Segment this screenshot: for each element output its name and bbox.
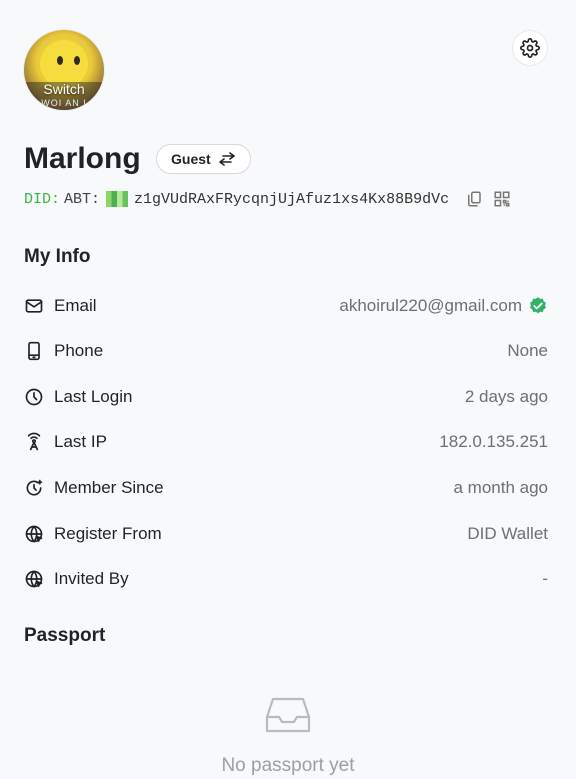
globe-icon bbox=[25, 570, 43, 588]
settings-button[interactable] bbox=[512, 30, 548, 66]
globe-icon bbox=[25, 525, 43, 543]
verified-check-icon bbox=[530, 297, 546, 314]
did-row: DID: ABT: z1gVUdRAxFRycqnjUjAfuz1xs4Kx88… bbox=[24, 190, 511, 208]
info-value: 182.0.135.251 bbox=[439, 432, 548, 451]
history-icon bbox=[26, 479, 43, 496]
info-row-member-since: Member Since a month ago bbox=[24, 476, 548, 500]
gear-icon bbox=[520, 38, 540, 58]
antenna-icon bbox=[27, 432, 41, 451]
mail-icon bbox=[25, 299, 43, 313]
phone-icon bbox=[28, 341, 40, 361]
info-value: None bbox=[507, 341, 548, 360]
info-label: Phone bbox=[54, 341, 104, 360]
passport-title: Passport bbox=[24, 625, 106, 646]
profile-name: Marlong bbox=[24, 142, 141, 175]
qr-code-icon[interactable] bbox=[493, 190, 511, 208]
info-label: Email bbox=[54, 296, 97, 315]
info-value: 2 days ago bbox=[464, 387, 548, 406]
info-value: akhoirul220@gmail.com bbox=[339, 296, 522, 315]
info-value: DID Wallet bbox=[467, 524, 548, 543]
info-row-email: Email akhoirul220@gmail.com bbox=[24, 294, 548, 318]
passport-empty-text: No passport yet bbox=[221, 755, 355, 776]
copy-icon[interactable] bbox=[465, 190, 483, 208]
role-label: Guest bbox=[171, 151, 211, 167]
info-row-last-ip: Last IP 182.0.135.251 bbox=[24, 430, 548, 454]
info-row-invited-by: Invited By - bbox=[24, 567, 548, 591]
did-chain: ABT: bbox=[64, 190, 101, 208]
swap-arrows-icon bbox=[218, 152, 235, 166]
info-label: Invited By bbox=[54, 569, 129, 588]
did-prefix: DID: bbox=[24, 190, 61, 208]
avatar-sublabel: WOI AN I bbox=[41, 98, 87, 108]
role-switch-button[interactable]: Guest bbox=[156, 144, 251, 174]
info-label: Member Since bbox=[54, 478, 164, 497]
clock-icon bbox=[25, 388, 43, 406]
my-info-title: My Info bbox=[24, 246, 91, 267]
info-value: a month ago bbox=[453, 478, 548, 497]
avatar-eye bbox=[74, 56, 80, 65]
info-label: Register From bbox=[54, 524, 162, 543]
info-label: Last IP bbox=[54, 432, 107, 451]
passport-empty-state: No passport yet bbox=[0, 695, 576, 777]
info-row-phone: Phone None bbox=[24, 339, 548, 363]
avatar-switch-label[interactable]: Switch bbox=[24, 81, 104, 97]
inbox-icon bbox=[265, 697, 311, 733]
info-row-register-from: Register From DID Wallet bbox=[24, 522, 548, 546]
info-value: - bbox=[542, 569, 548, 588]
did-value: z1gVUdRAxFRycqnjUjAfuz1xs4Kx88B9dVc bbox=[134, 190, 450, 208]
did-avatar-icon bbox=[106, 191, 129, 207]
info-row-last-login: Last Login 2 days ago bbox=[24, 385, 548, 409]
avatar[interactable]: Switch WOI AN I bbox=[24, 30, 104, 110]
avatar-eye bbox=[57, 56, 63, 65]
info-label: Last Login bbox=[54, 387, 133, 406]
